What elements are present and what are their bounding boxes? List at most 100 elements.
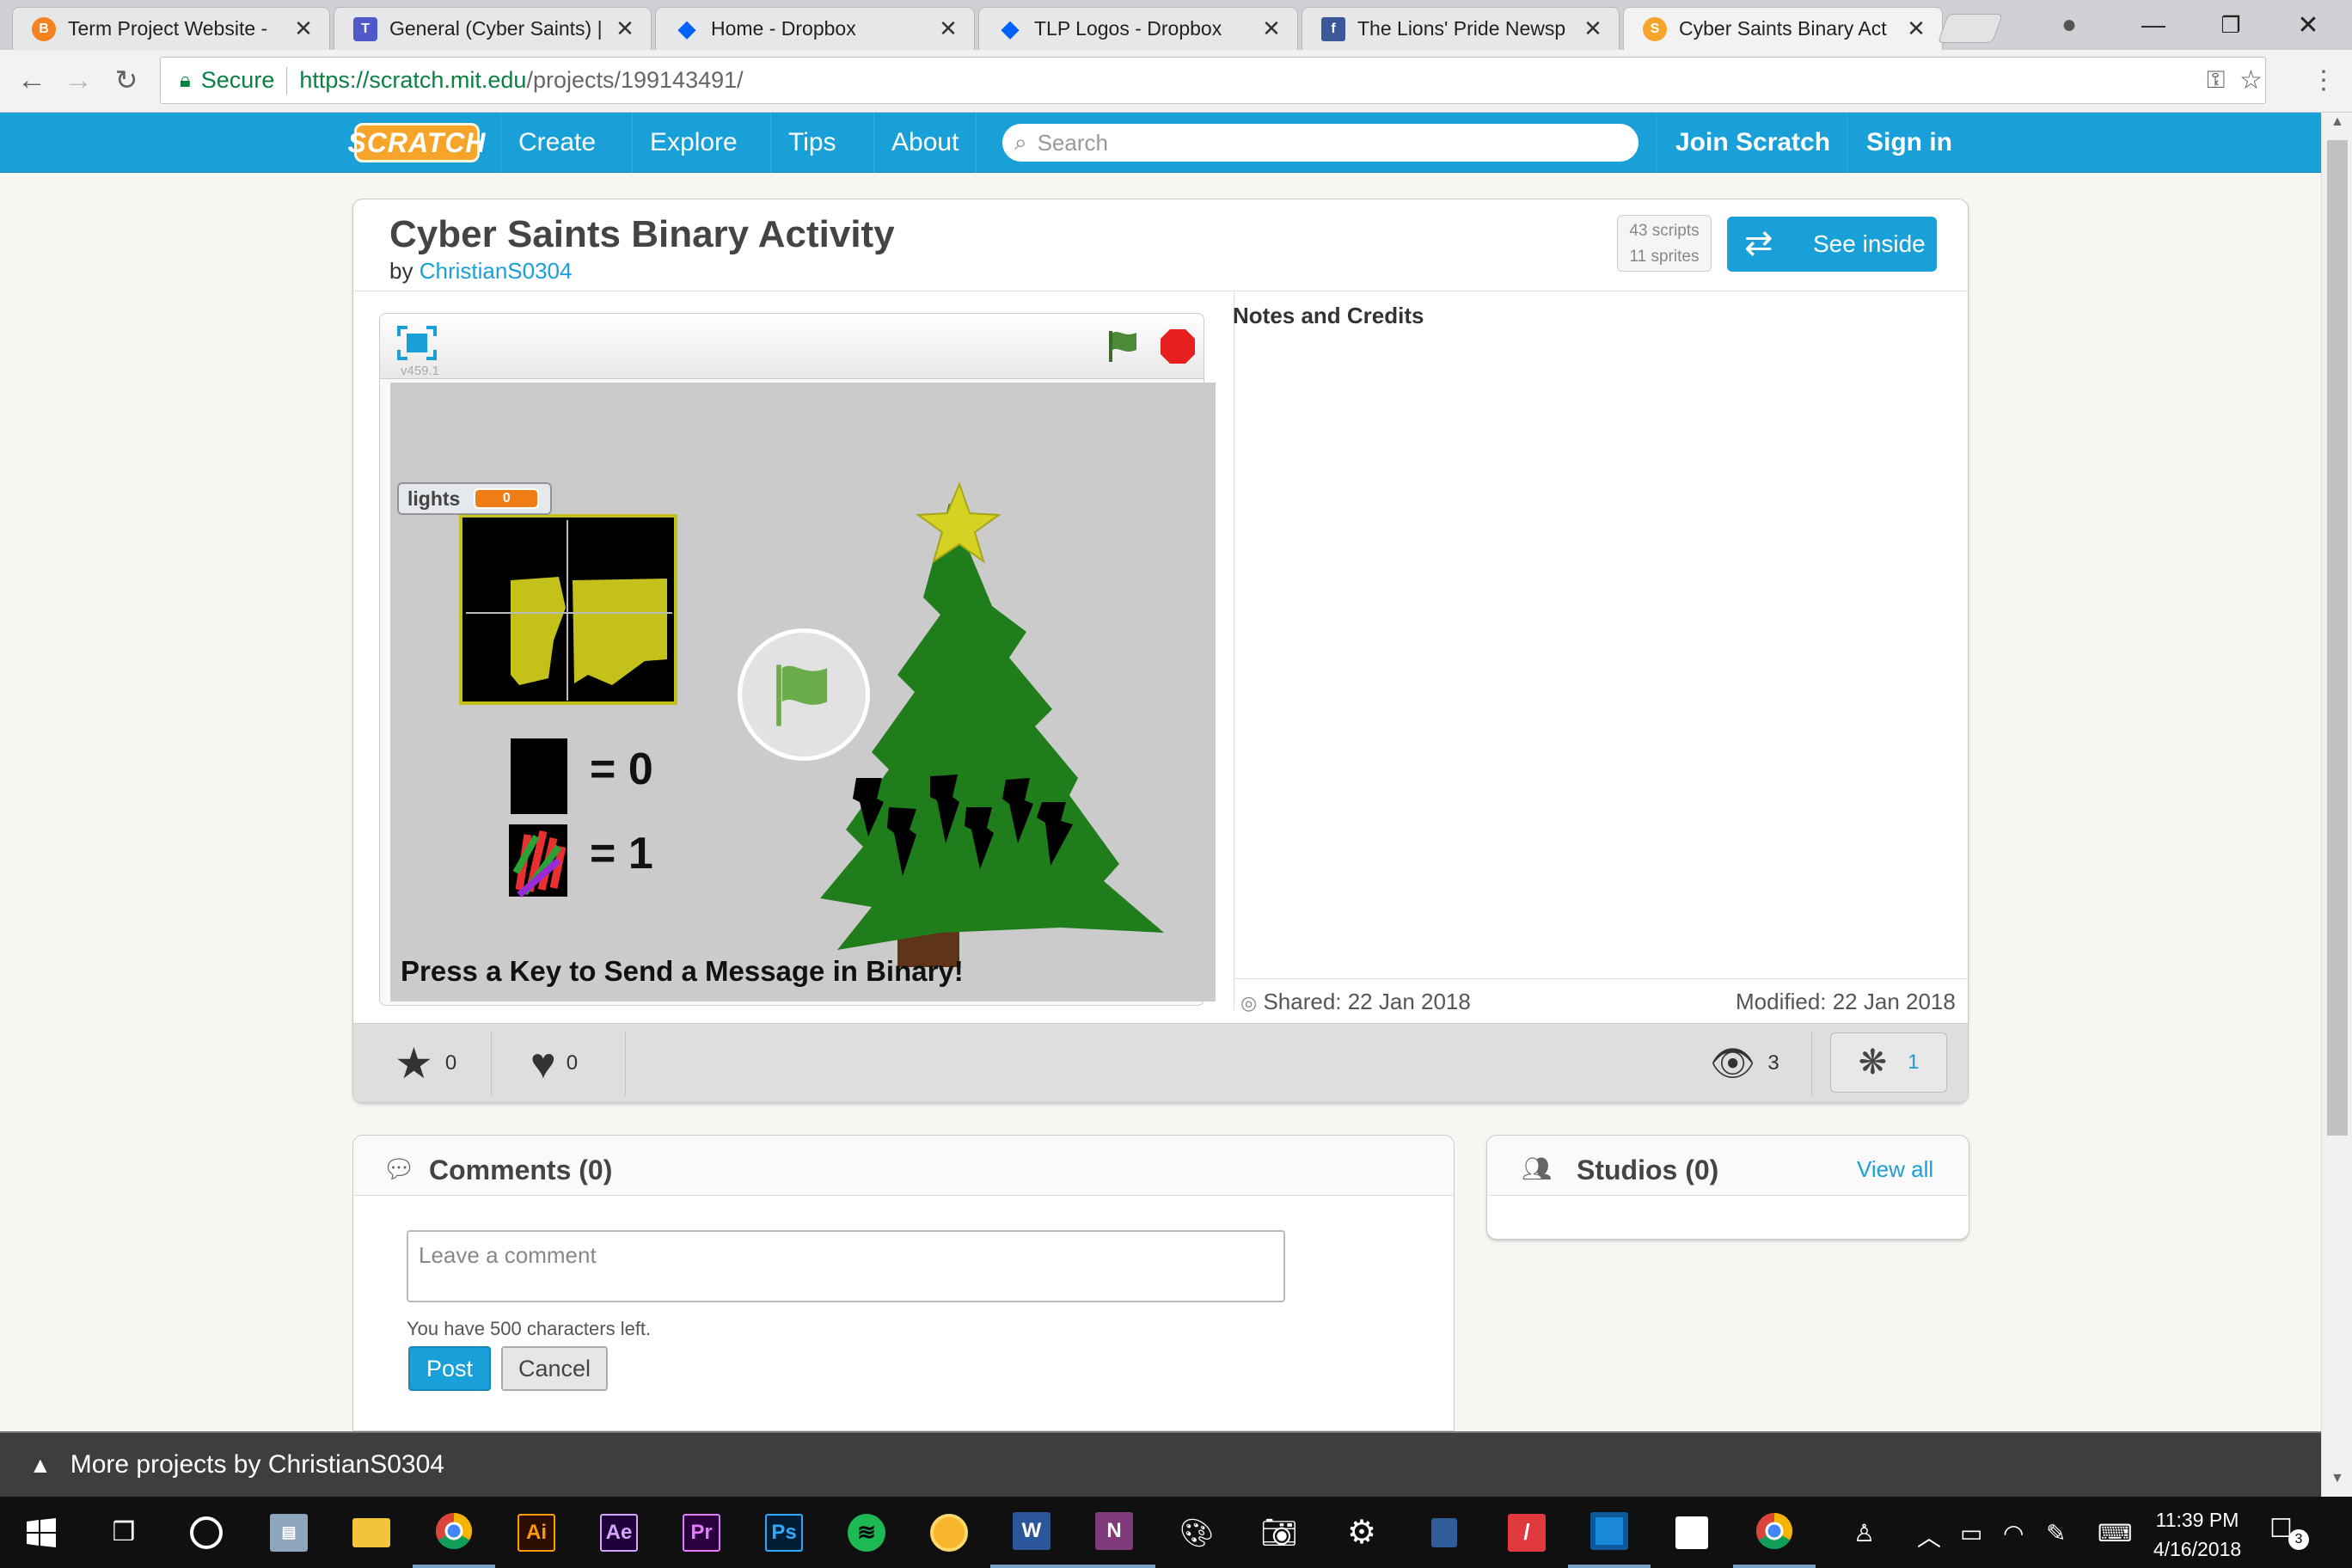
nav-create[interactable]: Create: [500, 113, 613, 173]
sprites-count: 11 sprites: [1629, 248, 1700, 266]
tab-title: TLP Logos - Dropbox: [1034, 17, 1222, 40]
yellow-app-icon[interactable]: [908, 1497, 990, 1568]
clock-time: 11:39 PM: [2155, 1509, 2239, 1531]
spotify-icon[interactable]: ≋: [825, 1497, 908, 1568]
browser-tab[interactable]: B Term Project Website - ✕: [12, 7, 330, 50]
wifi-icon[interactable]: ◠: [2003, 1519, 2024, 1547]
favorite-button[interactable]: ★ 0: [395, 1024, 456, 1103]
reload-icon[interactable]: ↻: [105, 58, 148, 101]
nav-explore[interactable]: Explore: [632, 113, 755, 173]
browser-tab[interactable]: T General (Cyber Saints) | ✕: [334, 7, 652, 50]
close-tab-icon[interactable]: ✕: [1906, 15, 1926, 42]
browser-tab[interactable]: ◆ TLP Logos - Dropbox ✕: [978, 7, 1298, 50]
notification-badge: 3: [2288, 1529, 2309, 1550]
pen-app-icon[interactable]: /: [1485, 1497, 1568, 1568]
close-tab-icon[interactable]: ✕: [1261, 15, 1282, 42]
green-flag-icon[interactable]: [1104, 328, 1142, 365]
settings-icon[interactable]: ⚙: [1320, 1497, 1403, 1568]
chrome-icon-2[interactable]: [1733, 1497, 1816, 1568]
divider: [1234, 978, 1968, 979]
network-app-icon[interactable]: [1403, 1497, 1485, 1568]
scratch-logo[interactable]: SCRATCH: [347, 123, 486, 162]
people-icon[interactable]: ♙: [1853, 1519, 1875, 1547]
remix-tree-button[interactable]: ❋ 1: [1830, 1032, 1947, 1093]
photoshop-icon[interactable]: Ps: [743, 1497, 825, 1568]
version-label: v459.1: [401, 364, 440, 378]
scroll-up-icon[interactable]: ▲: [2331, 114, 2344, 130]
scroll-down-icon[interactable]: ▼: [2331, 1471, 2344, 1486]
view-all-link[interactable]: View all: [1857, 1156, 1933, 1183]
comments-header: 💬︎ Comments (0): [353, 1136, 1454, 1196]
paint-icon[interactable]: 🎨︎: [1155, 1497, 1238, 1568]
menu-icon[interactable]: ⋮: [2302, 58, 2345, 101]
search-input[interactable]: ⌕ Search: [1002, 124, 1638, 162]
author-link[interactable]: ChristianS0304: [420, 258, 573, 284]
browser-tab[interactable]: ◆ Home - Dropbox ✕: [655, 7, 975, 50]
scrollbar-thumb[interactable]: [2327, 140, 2348, 1136]
task-view-icon[interactable]: ❒: [83, 1497, 165, 1568]
close-tab-icon[interactable]: ✕: [293, 15, 314, 42]
secure-label: Secure: [200, 67, 275, 93]
close-tab-icon[interactable]: ✕: [615, 15, 635, 42]
comment-input[interactable]: Leave a comment: [407, 1230, 1285, 1302]
close-tab-icon[interactable]: ✕: [1583, 15, 1603, 42]
pen-icon[interactable]: ✎: [2046, 1519, 2066, 1547]
chrome-icon[interactable]: [413, 1497, 495, 1568]
profile-icon[interactable]: ●: [2030, 0, 2108, 50]
file-manager-icon[interactable]: ▤: [248, 1497, 330, 1568]
taskbar-clock[interactable]: 11:39 PM 4/16/2018: [2146, 1505, 2249, 1564]
cortana-icon[interactable]: [165, 1497, 248, 1568]
browser-tab-active[interactable]: S Cyber Saints Binary Act ✕: [1623, 7, 1943, 50]
project-stage[interactable]: lights 0 = 0 = 1 Press a Key to Send a M…: [390, 383, 1216, 1001]
more-projects-bar[interactable]: ▲ More projects by ChristianS0304: [0, 1431, 2321, 1497]
forward-icon[interactable]: →: [57, 58, 100, 101]
star-icon: ★: [395, 1039, 433, 1087]
word-icon[interactable]: W: [990, 1497, 1073, 1568]
new-tab-button[interactable]: [1937, 14, 2004, 43]
teams-icon: T: [353, 16, 377, 41]
camera-icon[interactable]: 📷︎: [1238, 1497, 1320, 1568]
start-flag-button[interactable]: [738, 628, 870, 761]
eye-icon: 👁︎: [1710, 1042, 1756, 1083]
nav-tips[interactable]: Tips: [770, 113, 854, 173]
stop-icon[interactable]: [1159, 328, 1197, 365]
start-button[interactable]: [0, 1497, 83, 1568]
post-button[interactable]: Post: [408, 1346, 491, 1391]
fullscreen-icon[interactable]: [397, 326, 437, 360]
see-inside-button[interactable]: ⇄ See inside: [1727, 217, 1937, 272]
keyboard-icon[interactable]: ⌨: [2098, 1519, 2132, 1547]
illustrator-icon[interactable]: Ai: [495, 1497, 578, 1568]
action-center-icon[interactable]: ☐ 3: [2269, 1514, 2312, 1552]
green-flag-icon: [776, 665, 828, 726]
bookmark-star-icon[interactable]: ☆: [2239, 65, 2263, 95]
chars-left-label: You have 500 characters left.: [407, 1318, 652, 1339]
chevron-up-icon[interactable]: ︿: [1917, 1519, 1941, 1553]
join-scratch-link[interactable]: Join Scratch: [1656, 113, 1849, 173]
after-effects-icon[interactable]: Ae: [578, 1497, 660, 1568]
browser-tab-strip: B Term Project Website - ✕ T General (Cy…: [0, 0, 2352, 50]
back-icon[interactable]: ←: [10, 58, 53, 101]
love-button[interactable]: ♥ 0: [530, 1024, 578, 1103]
premiere-icon[interactable]: Pr: [660, 1497, 743, 1568]
restore-icon[interactable]: ❐: [2192, 0, 2269, 50]
battery-icon[interactable]: ▭: [1960, 1519, 1982, 1547]
close-window-icon[interactable]: ✕: [2269, 0, 2347, 50]
sticky-notes-icon[interactable]: [1651, 1497, 1733, 1568]
facebook-icon: f: [1321, 16, 1345, 41]
cancel-button[interactable]: Cancel: [501, 1346, 608, 1391]
explorer-icon[interactable]: [330, 1497, 413, 1568]
minimize-icon[interactable]: —: [2115, 0, 2192, 50]
studios-title: Studios (0): [1577, 1155, 1719, 1185]
divider: [1811, 1031, 1812, 1096]
page-scrollbar[interactable]: ▲ ▼: [2321, 113, 2352, 1497]
sign-in-link[interactable]: Sign in: [1847, 113, 1971, 173]
onenote-icon[interactable]: N: [1073, 1497, 1155, 1568]
key-icon[interactable]: ⚿: [2207, 66, 2225, 95]
url-field[interactable]: 🔒︎ Secure https://scratch.mit.edu /proje…: [160, 57, 2266, 104]
browser-tab[interactable]: f The Lions' Pride Newsp ✕: [1302, 7, 1620, 50]
close-tab-icon[interactable]: ✕: [938, 15, 959, 42]
project-player: v459.1 lights 0 = 0 = 1 Press a Key to S…: [379, 313, 1216, 1006]
people-icon: 👥︎: [1522, 1155, 1553, 1182]
nav-about[interactable]: About: [873, 113, 977, 173]
frame-app-icon[interactable]: [1568, 1497, 1651, 1568]
